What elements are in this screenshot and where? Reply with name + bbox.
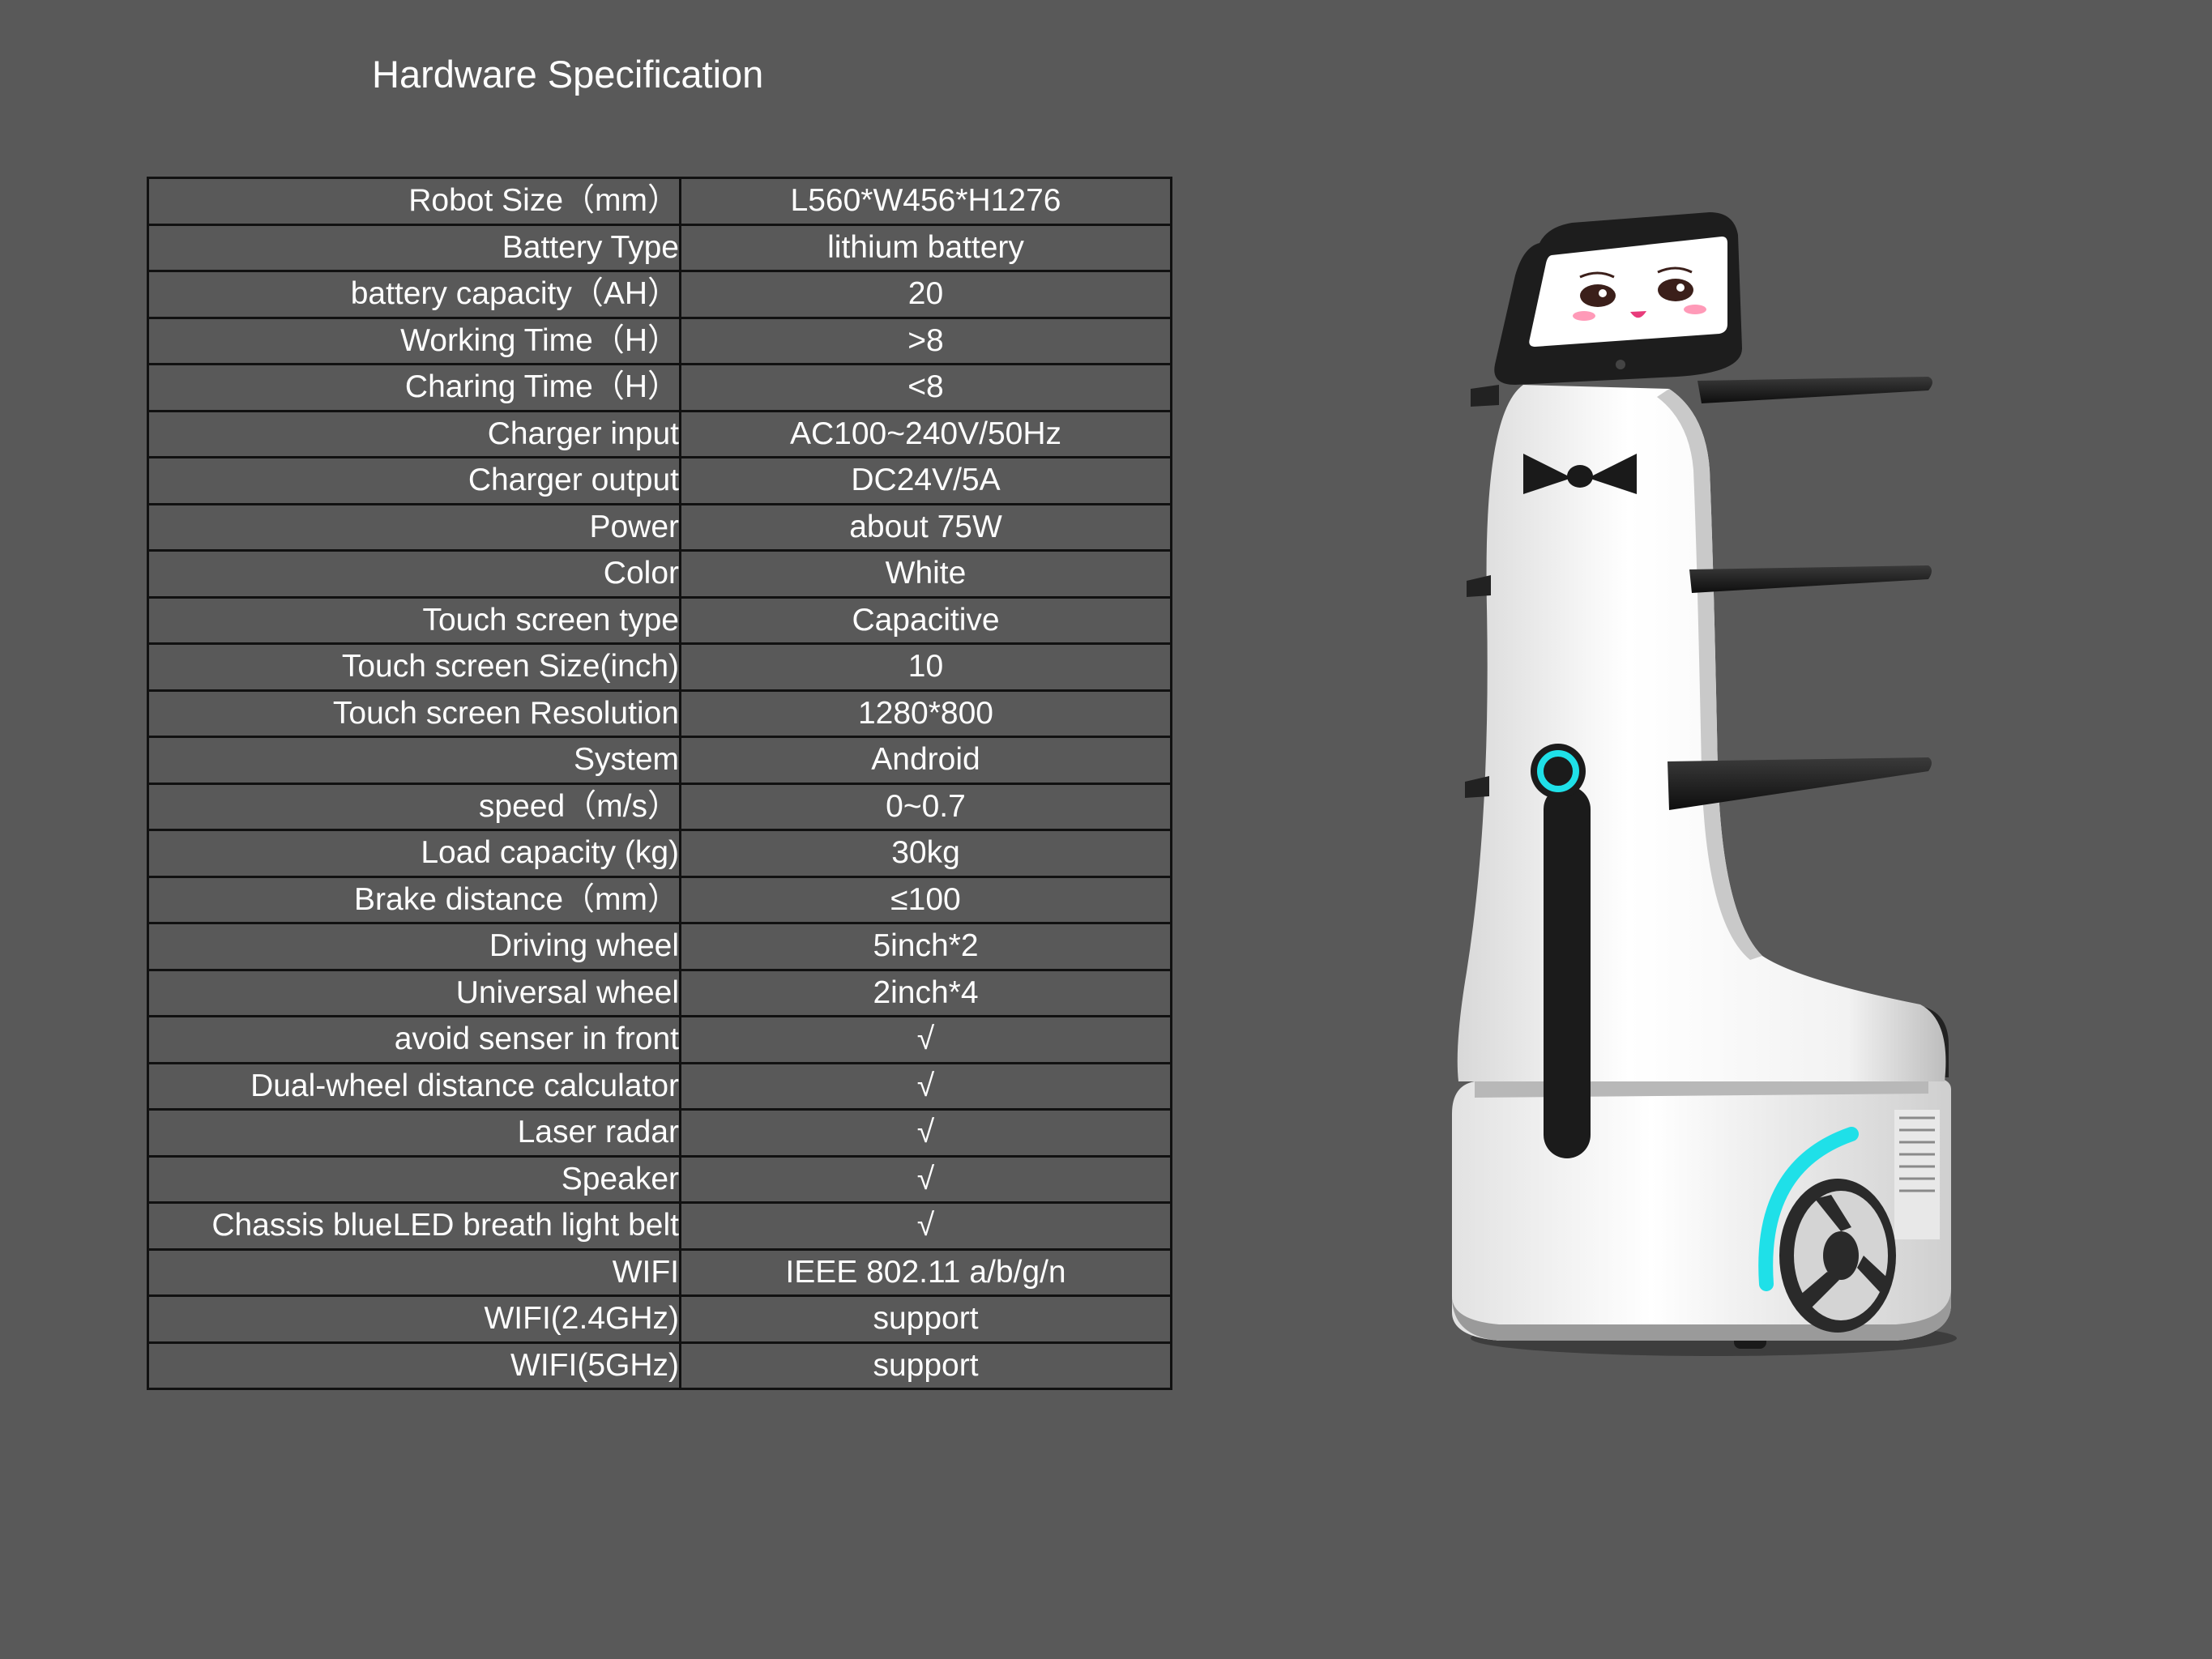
table-row: Dual-wheel distance calculator √ [147, 1061, 1172, 1111]
spec-value: White [679, 549, 1172, 599]
table-row: Touch screen type Capacitive [147, 595, 1172, 645]
spec-value: about 75W [679, 502, 1172, 552]
spec-label: WIFI(5GHz) [147, 1341, 681, 1390]
spec-label: Color [147, 549, 681, 599]
table-row: System Android [147, 736, 1172, 785]
spec-value: 2inch*4 [679, 968, 1172, 1017]
spec-value: 0~0.7 [679, 782, 1172, 831]
spec-table-body: Robot Size（mm） L560*W456*H1276 Battery Ty… [147, 177, 1172, 1390]
table-row: Touch screen Resolution 1280*800 [147, 689, 1172, 738]
table-row: Power about 75W [147, 502, 1172, 552]
spec-label: Robot Size（mm） [147, 177, 681, 226]
table-row: Working Time（H） >8 [147, 316, 1172, 365]
spec-value: 20 [679, 270, 1172, 319]
table-row: battery capacity（AH） 20 [147, 270, 1172, 319]
spec-label: Load capacity (kg) [147, 829, 681, 878]
spec-value: >8 [679, 316, 1172, 365]
robot-head [1494, 212, 1742, 385]
spec-label: battery capacity（AH） [147, 270, 681, 319]
table-row: WIFI IEEE 802.11 a/b/g/n [147, 1247, 1172, 1297]
spec-value: 5inch*2 [679, 922, 1172, 971]
spec-value: L560*W456*H1276 [679, 177, 1172, 226]
table-row: Driving wheel 5inch*2 [147, 922, 1172, 971]
robot-wheel [1779, 1179, 1896, 1333]
spec-table: Robot Size（mm） L560*W456*H1276 Battery Ty… [147, 177, 1172, 1390]
table-row: Chassis blueLED breath light belt √ [147, 1201, 1172, 1251]
spec-label: Driving wheel [147, 922, 681, 971]
spec-label: System [147, 736, 681, 785]
table-row: avoid senser in front √ [147, 1015, 1172, 1064]
spec-label: Brake distance（mm） [147, 875, 681, 924]
spec-value: Capacitive [679, 595, 1172, 645]
table-row: speed（m/s） 0~0.7 [147, 782, 1172, 831]
table-row: Robot Size（mm） L560*W456*H1276 [147, 177, 1172, 226]
spec-label: speed（m/s） [147, 782, 681, 831]
spec-label: Laser radar [147, 1108, 681, 1158]
table-row: WIFI(5GHz) support [147, 1341, 1172, 1390]
table-row: Laser radar √ [147, 1108, 1172, 1158]
spec-value: AC100~240V/50Hz [679, 409, 1172, 458]
table-row: Battery Type lithium battery [147, 223, 1172, 272]
table-row: Charger output DC24V/5A [147, 456, 1172, 505]
spec-value: DC24V/5A [679, 456, 1172, 505]
spec-label: WIFI(2.4GHz) [147, 1294, 681, 1344]
spec-value: √ [679, 1154, 1172, 1204]
spec-label: avoid senser in front [147, 1015, 681, 1064]
spec-value: √ [679, 1108, 1172, 1158]
spec-label: Touch screen type [147, 595, 681, 645]
spec-value: support [679, 1294, 1172, 1344]
spec-label: Charger input [147, 409, 681, 458]
table-row: Universal wheel 2inch*4 [147, 968, 1172, 1017]
spec-value: support [679, 1341, 1172, 1390]
table-row: Speaker √ [147, 1154, 1172, 1204]
table-row: Color White [147, 549, 1172, 599]
spec-label: Universal wheel [147, 968, 681, 1017]
table-row: Brake distance（mm） ≤100 [147, 875, 1172, 924]
spec-label: Power [147, 502, 681, 552]
table-row: Touch screen Size(inch) 10 [147, 642, 1172, 692]
spec-label: Battery Type [147, 223, 681, 272]
table-row: Load capacity (kg) 30kg [147, 829, 1172, 878]
table-row: WIFI(2.4GHz) support [147, 1294, 1172, 1344]
spec-label: Chassis blueLED breath light belt [147, 1201, 681, 1251]
spec-value: 30kg [679, 829, 1172, 878]
spec-label: Charger output [147, 456, 681, 505]
spec-value: 10 [679, 642, 1172, 692]
spec-value: <8 [679, 363, 1172, 412]
spec-label: Speaker [147, 1154, 681, 1204]
spec-label: Dual-wheel distance calculator [147, 1061, 681, 1111]
spec-label: Charing Time（H） [147, 363, 681, 412]
spec-value: 1280*800 [679, 689, 1172, 738]
spec-label: Touch screen Resolution [147, 689, 681, 738]
spec-value: IEEE 802.11 a/b/g/n [679, 1247, 1172, 1297]
robot-illustration [1452, 212, 1957, 1356]
spec-label: Working Time（H） [147, 316, 681, 365]
spec-value: √ [679, 1015, 1172, 1064]
spec-label: WIFI [147, 1247, 681, 1297]
spec-value: lithium battery [679, 223, 1172, 272]
spec-value: √ [679, 1201, 1172, 1251]
spec-value: ≤100 [679, 875, 1172, 924]
spec-value: √ [679, 1061, 1172, 1111]
page-title: Hardware Specification [372, 53, 764, 96]
table-row: Charing Time（H） <8 [147, 363, 1172, 412]
spec-label: Touch screen Size(inch) [147, 642, 681, 692]
table-row: Charger input AC100~240V/50Hz [147, 409, 1172, 458]
spec-value: Android [679, 736, 1172, 785]
